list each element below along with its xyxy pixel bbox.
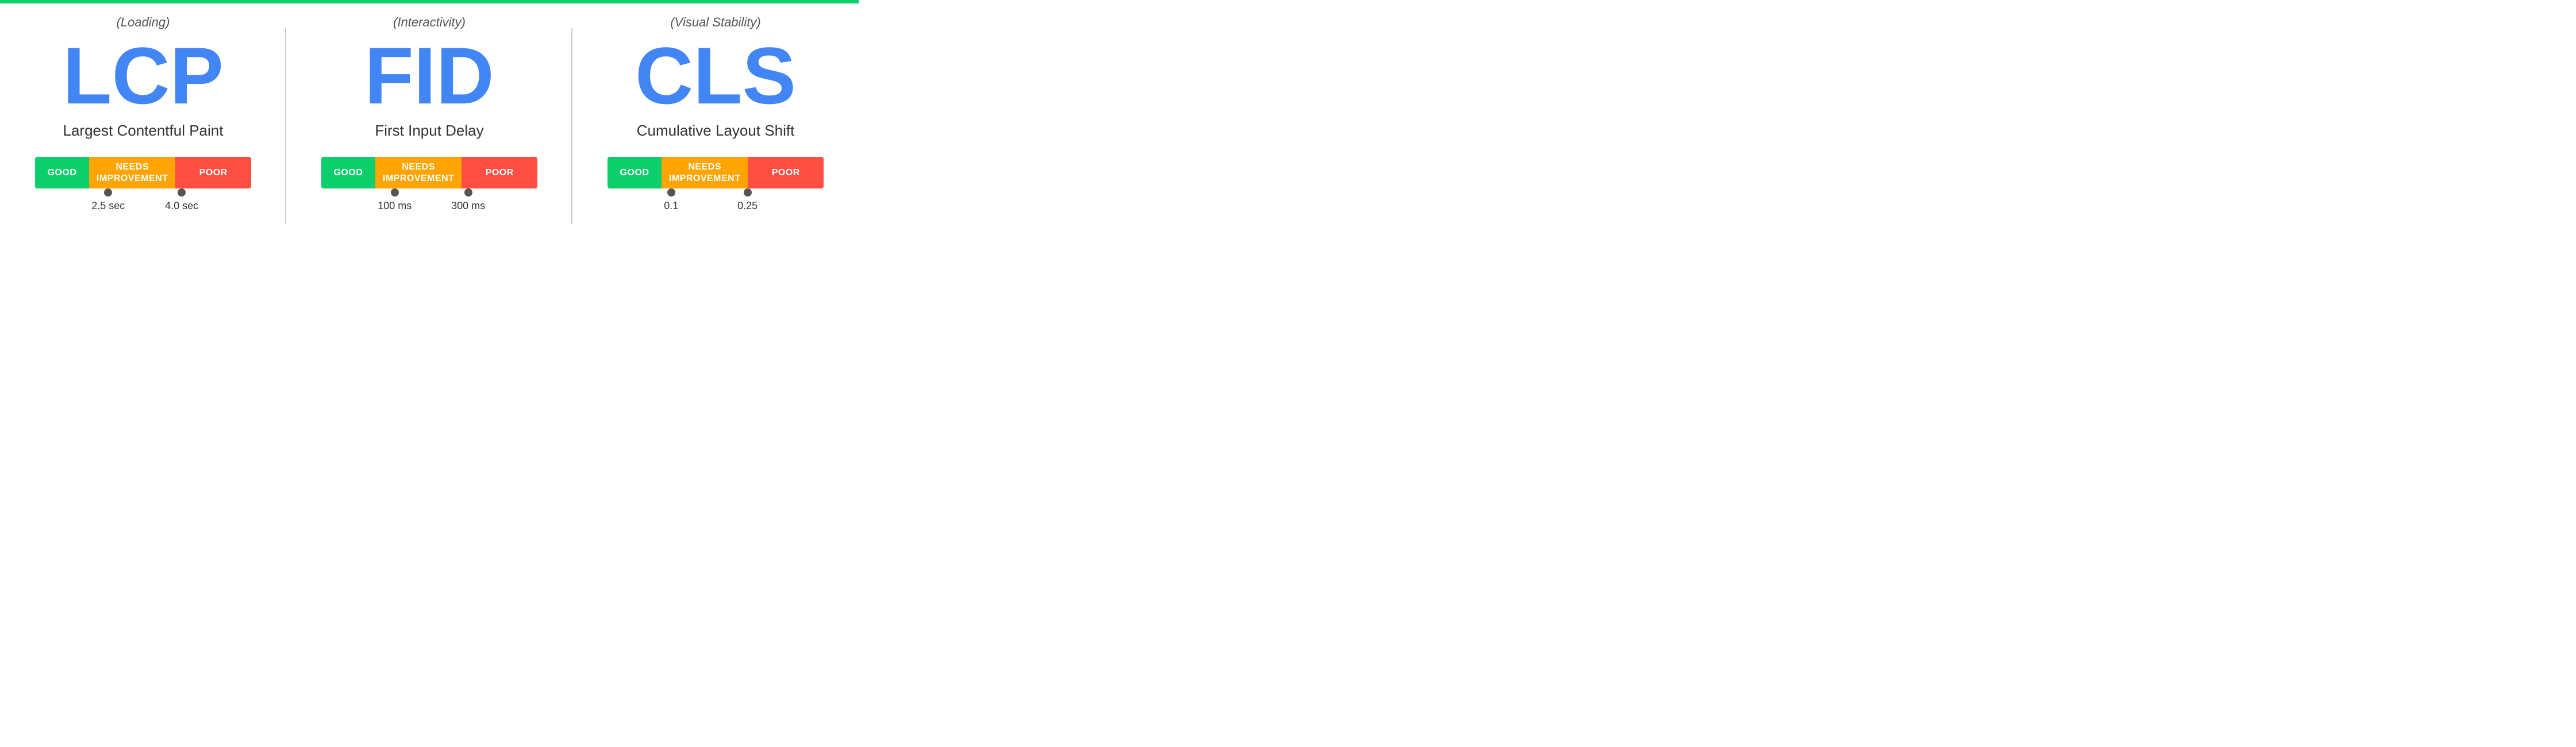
fid-marker-0: 100 ms (378, 188, 412, 212)
lcp-marker-1: 4.0 sec (165, 188, 198, 212)
cls-marker-dot-1 (744, 188, 752, 197)
fid-marker-label-1: 300 ms (451, 200, 485, 212)
lcp-full-name: Largest Contentful Paint (63, 122, 224, 140)
lcp-scale-bar: GOODNEEDS IMPROVEMENTPOOR (35, 157, 251, 188)
fid-scale-bar: GOODNEEDS IMPROVEMENTPOOR (321, 157, 537, 188)
fid-segment-seg-good: GOOD (321, 157, 375, 188)
fid-full-name: First Input Delay (375, 122, 483, 140)
cls-acronym: CLS (635, 36, 796, 116)
cls-scale-bar: GOODNEEDS IMPROVEMENTPOOR (608, 157, 824, 188)
fid-segment-seg-poor: POOR (462, 157, 537, 188)
lcp-segment-seg-needs: NEEDS IMPROVEMENT (89, 157, 175, 188)
cls-segment-seg-poor: POOR (748, 157, 824, 188)
cls-full-name: Cumulative Layout Shift (637, 122, 795, 140)
fid-scale-container: GOODNEEDS IMPROVEMENTPOOR 100 ms 300 ms (309, 157, 549, 223)
fid-marker-1: 300 ms (451, 188, 485, 212)
fid-marker-label-0: 100 ms (378, 200, 412, 212)
lcp-category-label: (Loading) (117, 15, 170, 30)
cls-markers: 0.1 0.25 (608, 188, 824, 223)
fid-category-label: (Interactivity) (393, 15, 466, 30)
lcp-segment-seg-good: GOOD (35, 157, 89, 188)
fid-segment-seg-needs: NEEDS IMPROVEMENT (375, 157, 462, 188)
lcp-marker-0: 2.5 sec (91, 188, 125, 212)
cls-marker-0: 0.1 (664, 188, 678, 212)
cls-category-label: (Visual Stability) (670, 15, 760, 30)
cls-marker-label-0: 0.1 (664, 200, 678, 212)
fid-acronym: FID (364, 36, 494, 116)
lcp-markers: 2.5 sec 4.0 sec (35, 188, 251, 223)
panel-fid: (Interactivity)FIDFirst Input DelayGOODN… (286, 3, 572, 249)
fid-marker-dot-1 (464, 188, 472, 197)
cls-segment-seg-good: GOOD (608, 157, 662, 188)
cls-marker-label-1: 0.25 (737, 200, 758, 212)
lcp-marker-dot-0 (104, 188, 112, 197)
cls-marker-1: 0.25 (737, 188, 758, 212)
lcp-scale-container: GOODNEEDS IMPROVEMENTPOOR 2.5 sec 4.0 sec (23, 157, 263, 223)
fid-markers: 100 ms 300 ms (321, 188, 537, 223)
panel-lcp: (Loading) LCP Largest Contentful Paint GOOD… (0, 3, 286, 249)
cls-marker-dot-0 (667, 188, 675, 197)
panel-cls: (Visual Stability) CLS Cumulative Layout S… (572, 3, 859, 249)
lcp-marker-dot-1 (178, 188, 186, 197)
lcp-marker-label-1: 4.0 sec (165, 200, 198, 212)
lcp-acronym: LCP (63, 36, 224, 116)
cls-segment-seg-needs: NEEDS IMPROVEMENT (662, 157, 748, 188)
panels-container: (Loading) LCP Largest Contentful Paint GOOD… (0, 3, 859, 249)
cls-scale-container: GOODNEEDS IMPROVEMENTPOOR 0.1 0.25 (595, 157, 836, 223)
lcp-marker-label-0: 2.5 sec (91, 200, 125, 212)
fid-marker-dot-0 (391, 188, 399, 197)
lcp-segment-seg-poor: POOR (175, 157, 251, 188)
